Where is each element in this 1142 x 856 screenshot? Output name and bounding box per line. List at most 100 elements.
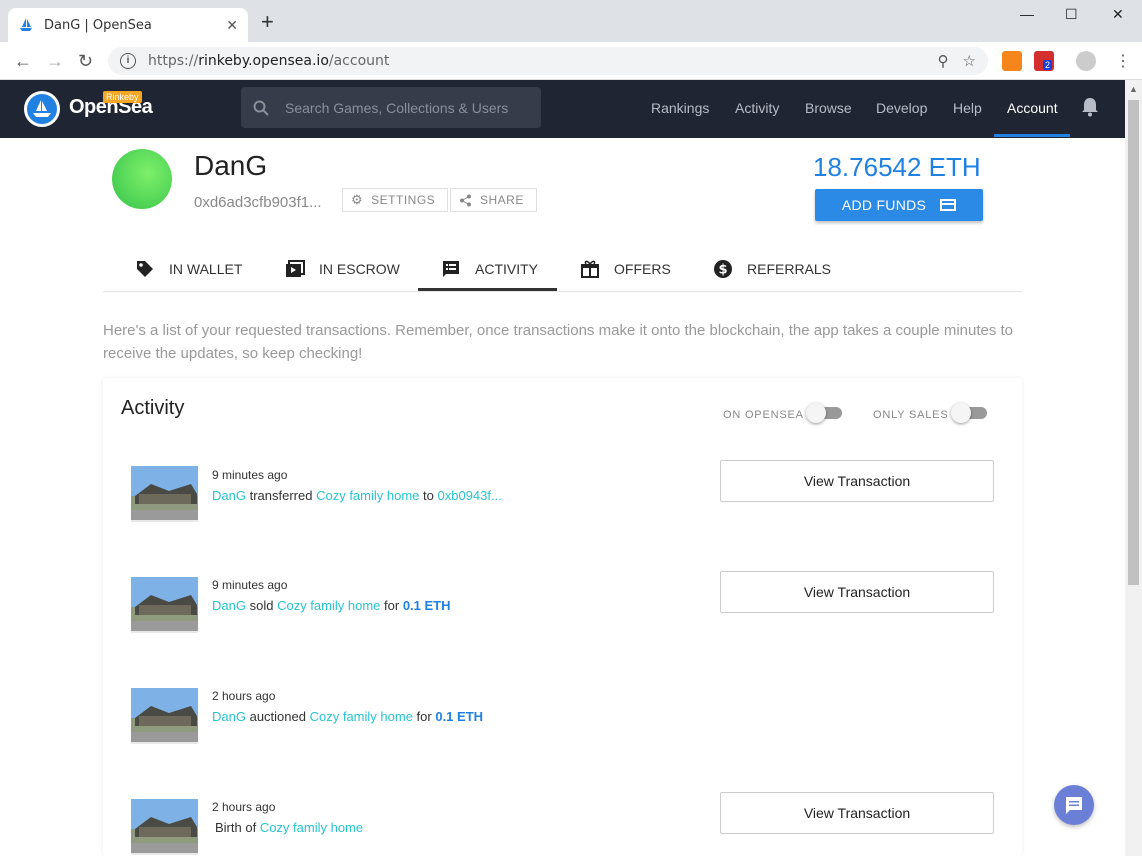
toggle-knob xyxy=(951,403,971,423)
new-tab-button[interactable]: + xyxy=(261,11,274,33)
nav-account[interactable]: Account xyxy=(1007,100,1058,116)
tab-active-indicator xyxy=(418,288,557,291)
asset-link[interactable]: Cozy family home xyxy=(260,820,363,835)
maximize-button[interactable]: ☐ xyxy=(1065,6,1078,23)
bookmark-star-icon[interactable]: ☆ xyxy=(963,52,976,70)
tab-in-wallet[interactable]: IN WALLET xyxy=(135,246,242,292)
tab-label: REFERRALS xyxy=(747,261,832,277)
nav-active-indicator xyxy=(994,134,1070,137)
activity-description: DanG transferred Cozy family home to 0xb… xyxy=(212,488,502,503)
browser-tab[interactable]: DanG | OpenSea ✕ xyxy=(8,8,248,42)
share-button[interactable]: SHARE xyxy=(450,188,537,212)
user-link[interactable]: DanG xyxy=(212,709,246,724)
add-funds-button[interactable]: ADD FUNDS xyxy=(815,189,983,221)
credit-card-icon xyxy=(940,199,957,211)
bell-icon[interactable] xyxy=(1081,97,1099,117)
back-button[interactable]: ← xyxy=(14,51,32,72)
escrow-icon xyxy=(286,260,305,277)
nav-browse[interactable]: Browse xyxy=(805,100,852,116)
minimize-button[interactable]: — xyxy=(1020,6,1034,22)
tab-offers[interactable]: OFFERS xyxy=(580,246,671,292)
url-text: https://rinkeby.opensea.io/account xyxy=(148,53,390,69)
activity-intro-text: Here's a list of your requested transact… xyxy=(103,322,1014,362)
user-link[interactable]: DanG xyxy=(212,598,246,613)
window-close-button[interactable]: ✕ xyxy=(1112,6,1124,23)
asset-thumbnail[interactable] xyxy=(131,688,198,744)
chat-button[interactable] xyxy=(1054,785,1094,825)
view-transaction-button[interactable]: View Transaction xyxy=(720,571,994,613)
share-icon xyxy=(460,194,471,206)
share-label: SHARE xyxy=(480,193,524,207)
tab-label: OFFERS xyxy=(614,261,671,277)
activity-description: Birth of Cozy family home xyxy=(215,820,364,835)
scrollbar-thumb[interactable] xyxy=(1128,100,1139,585)
settings-button[interactable]: ⚙ SETTINGS xyxy=(342,188,449,212)
tab-close-icon[interactable]: ✕ xyxy=(226,17,238,34)
activity-feed-icon xyxy=(443,261,459,277)
nav-help[interactable]: Help xyxy=(953,100,982,116)
profile-username: DanG xyxy=(194,150,268,181)
toggle-knob xyxy=(806,403,826,423)
svg-text:$: $ xyxy=(718,263,727,278)
toggle-on-opensea[interactable] xyxy=(806,403,842,423)
chat-icon xyxy=(1066,797,1082,814)
view-transaction-button[interactable]: View Transaction xyxy=(720,460,994,502)
asset-thumbnail[interactable] xyxy=(131,799,198,855)
view-transaction-button[interactable]: View Transaction xyxy=(720,792,994,834)
activity-card xyxy=(103,378,1022,856)
search-input[interactable]: Search Games, Collections & Users xyxy=(241,87,541,128)
tab-label: IN WALLET xyxy=(169,261,243,277)
activity-description: DanG auctioned Cozy family home for 0.1 … xyxy=(212,709,484,724)
extension-badge: 2 xyxy=(1043,60,1053,70)
price-text: 0.1 ETH xyxy=(435,709,484,724)
opensea-favicon-icon xyxy=(20,18,32,31)
dollar-icon: $ xyxy=(714,260,732,278)
opensea-logo-icon[interactable] xyxy=(24,91,60,127)
toggle-sales-label: ONLY SALES xyxy=(873,409,949,421)
tab-referrals[interactable]: $ REFERRALS xyxy=(713,246,831,292)
wallet-address[interactable]: 0xd6ad3cfb903f1... xyxy=(194,194,322,211)
asset-link[interactable]: Cozy family home xyxy=(277,598,380,613)
activity-time: 9 minutes ago xyxy=(212,468,288,482)
page-scrollbar[interactable]: ▲ xyxy=(1125,80,1142,856)
nav-activity[interactable]: Activity xyxy=(735,100,779,116)
address-link[interactable]: 0xb0943f... xyxy=(438,488,502,503)
site-info-icon[interactable]: i xyxy=(120,53,136,69)
tab-title: DanG | OpenSea xyxy=(44,17,152,33)
eth-balance: 18.76542 ETH xyxy=(813,152,981,182)
nav-rankings[interactable]: Rankings xyxy=(651,100,709,116)
extension-icon[interactable]: 2 xyxy=(1034,51,1054,71)
asset-link[interactable]: Cozy family home xyxy=(310,709,413,724)
browser-toolbar: ← → ↻ i https://rinkeby.opensea.io/accou… xyxy=(0,42,1142,80)
activity-time: 2 hours ago xyxy=(212,689,276,703)
activity-description: DanG sold Cozy family home for 0.1 ETH xyxy=(212,598,451,613)
tab-label: IN ESCROW xyxy=(319,261,400,277)
metamask-extension-icon[interactable] xyxy=(1002,51,1022,71)
forward-button[interactable]: → xyxy=(46,51,64,72)
activity-time: 2 hours ago xyxy=(212,800,276,814)
nav-develop[interactable]: Develop xyxy=(876,100,927,116)
toggle-opensea-label: ON OPENSEA xyxy=(723,409,804,421)
gear-icon: ⚙ xyxy=(351,192,364,207)
asset-link[interactable]: Cozy family home xyxy=(316,488,419,503)
activity-title: Activity xyxy=(121,397,185,419)
toggle-only-sales[interactable] xyxy=(951,403,987,423)
user-link[interactable]: DanG xyxy=(212,488,246,503)
tag-icon xyxy=(137,261,153,277)
browser-tabbar: DanG | OpenSea ✕ + — ☐ ✕ xyxy=(0,0,1142,42)
search-placeholder: Search Games, Collections & Users xyxy=(285,99,509,116)
settings-label: SETTINGS xyxy=(371,193,436,207)
asset-thumbnail[interactable] xyxy=(131,466,198,522)
search-icon xyxy=(253,100,269,116)
scroll-up-arrow-icon[interactable]: ▲ xyxy=(1129,84,1138,94)
zoom-icon[interactable]: ⚲ xyxy=(938,52,949,70)
network-badge: Rinkeby xyxy=(103,91,142,103)
tab-activity[interactable]: ACTIVITY xyxy=(441,246,538,292)
asset-thumbnail[interactable] xyxy=(131,577,198,633)
reload-button[interactable]: ↻ xyxy=(78,51,93,72)
address-bar[interactable]: i https://rinkeby.opensea.io/account ⚲ ☆ xyxy=(108,47,988,75)
profile-avatar-icon[interactable] xyxy=(1076,51,1096,71)
browser-menu-icon[interactable]: ⋮ xyxy=(1115,51,1131,71)
tab-in-escrow[interactable]: IN ESCROW xyxy=(285,246,400,292)
opensea-header: OpenSea Rinkeby Search Games, Collection… xyxy=(0,80,1125,138)
